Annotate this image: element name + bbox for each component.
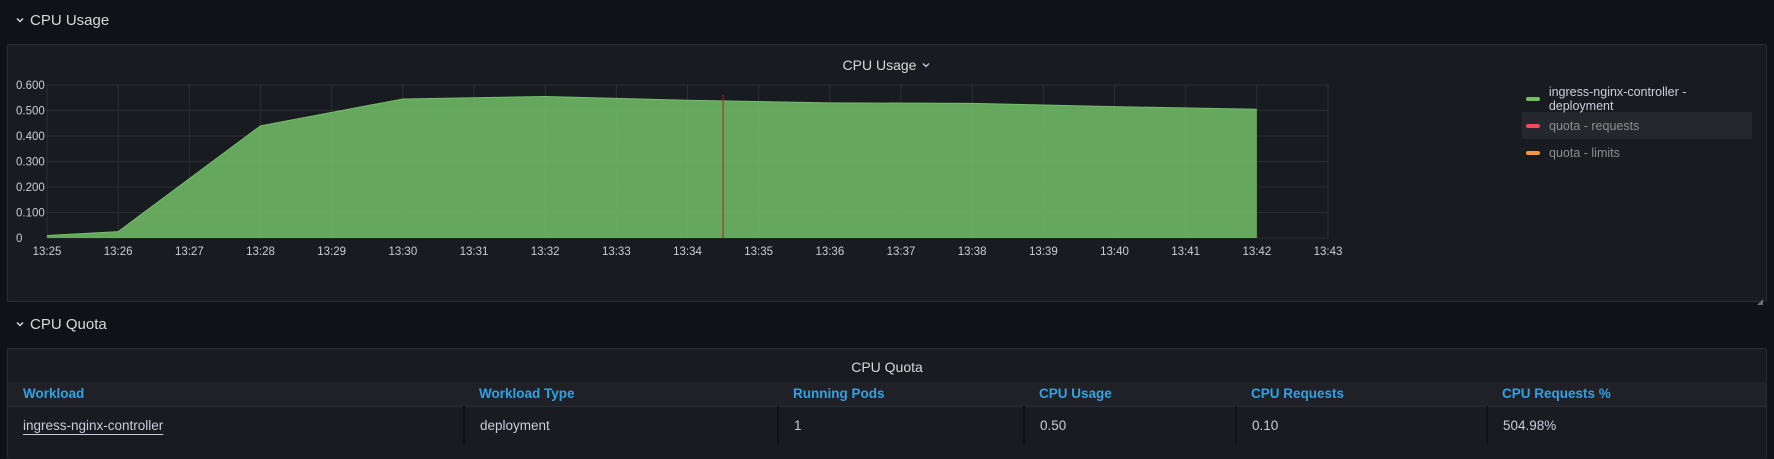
y-tick-label: 0.200 [16,182,45,194]
row-title: CPU Usage [30,11,110,29]
legend: ingress-nginx-controller - deployment qu… [1522,85,1752,166]
cpu-usage-graph[interactable]: 0 0.100 0.200 0.300 0.400 0.500 0.600 13:25 13:2… [8,45,1508,303]
x-tick-label: 13:40 [1100,246,1129,258]
x-tick-label: 13:26 [104,246,133,258]
column-header[interactable]: CPU Requests [1236,382,1487,407]
cpu-usage-panel: CPU Usage 0 0.100 0.200 0.300 0.400 0.500 0.60… [7,44,1767,305]
x-tick-label: 13:41 [1171,246,1200,258]
x-tick-label: 13:25 [33,246,62,258]
table-cell: 0.10 [1236,406,1488,444]
x-tick-label: 13:39 [1029,246,1058,258]
y-tick-label: 0.600 [16,80,45,92]
y-tick-label: 0 [16,233,22,245]
quota-table: Workload Workload Type Running Pods CPU … [8,382,1766,444]
table-header-row: Workload Workload Type Running Pods CPU … [8,382,1766,407]
x-tick-label: 13:43 [1314,246,1343,258]
legend-item-deployment[interactable]: ingress-nginx-controller - deployment [1522,84,1752,113]
x-tick-label: 13:28 [246,246,275,258]
x-tick-label: 13:35 [744,246,773,258]
table-cell: 0.50 [1024,406,1237,444]
legend-swatch [1526,150,1540,155]
panel-title: CPU Quota [851,359,923,375]
panel-header[interactable]: CPU Quota [8,357,1766,377]
legend-item-quota-limits[interactable]: quota - limits [1522,139,1752,166]
x-tick-label: 13:31 [460,246,489,258]
column-header[interactable]: Workload [8,382,464,407]
column-header[interactable]: CPU Requests % [1487,382,1766,407]
legend-label: quota - limits [1549,145,1620,160]
workload-link[interactable]: ingress-nginx-controller [23,418,163,433]
column-header[interactable]: Workload Type [464,382,778,407]
x-tick-label: 13:36 [815,246,844,258]
table-cell: ingress-nginx-controller [8,406,465,444]
cpu-quota-panel: CPU Quota Workload Workload Type Running… [7,348,1767,459]
legend-label: quota - requests [1549,118,1640,133]
x-tick-label: 13:32 [531,246,560,258]
row-header-cpu-quota[interactable]: CPU Quota [14,312,107,336]
x-tick-label: 13:34 [673,246,702,258]
legend-label: ingress-nginx-controller - deployment [1548,84,1687,113]
y-tick-label: 0.500 [16,106,45,118]
chevron-down-icon [14,318,26,330]
table-row: ingress-nginx-controller deployment 1 0.… [8,406,1766,444]
legend-swatch [1526,123,1540,128]
x-tick-label: 13:30 [388,246,417,258]
x-tick-label: 13:29 [317,246,346,258]
y-tick-label: 0.400 [16,131,45,143]
table-cell: 504.98% [1487,406,1766,444]
area-series [47,96,1257,238]
x-tick-label: 13:37 [887,246,916,258]
resize-handle-icon[interactable] [1757,292,1763,305]
row-title: CPU Quota [30,315,107,333]
x-tick-label: 13:33 [602,246,631,258]
chevron-down-icon [14,14,26,26]
row-header-cpu-usage[interactable]: CPU Usage [14,8,109,32]
table-cell: deployment [464,406,779,444]
x-tick-label: 13:38 [958,246,987,258]
column-header[interactable]: Running Pods [778,382,1024,407]
x-tick-label: 13:42 [1242,246,1271,258]
x-tick-label: 13:27 [175,246,204,258]
y-tick-label: 0.300 [16,157,45,169]
y-tick-label: 0.100 [16,208,45,220]
legend-swatch [1526,96,1540,101]
table-cell: 1 [778,406,1025,444]
legend-item-quota-requests[interactable]: quota - requests [1522,112,1752,139]
column-header[interactable]: CPU Usage [1024,382,1236,407]
